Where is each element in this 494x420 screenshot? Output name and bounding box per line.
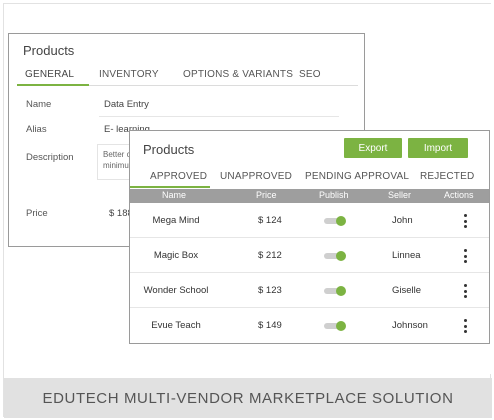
column-header-actions: Actions <box>444 190 474 200</box>
table-row[interactable]: Evue Teach $ 149 Johnson <box>130 309 489 343</box>
publish-toggle[interactable] <box>324 286 346 296</box>
publish-toggle[interactable] <box>324 216 346 226</box>
approval-tabs: APPROVED UNAPPROVED PENDING APPROVAL REJ… <box>130 167 489 188</box>
image-frame: Products GENERAL INVENTORY OPTIONS & VAR… <box>3 3 492 418</box>
tab-rejected[interactable]: REJECTED <box>420 171 474 182</box>
publish-toggle[interactable] <box>324 251 346 261</box>
tab-seo[interactable]: SEO <box>299 69 321 80</box>
more-actions-icon[interactable] <box>460 282 470 300</box>
product-price: $ 124 <box>258 215 282 226</box>
tab-general[interactable]: GENERAL <box>25 69 74 80</box>
tab-unapproved[interactable]: UNAPPROVED <box>220 171 292 182</box>
table-header: Name Price Publish Seller Actions <box>130 189 489 203</box>
product-price: $ 212 <box>258 250 282 261</box>
product-seller: Linnea <box>392 250 421 261</box>
product-tabs: GENERAL INVENTORY OPTIONS & VARIANTS SEO <box>17 64 358 86</box>
products-list-panel: Products Export Import APPROVED UNAPPROV… <box>129 130 490 344</box>
name-label: Name <box>26 99 52 110</box>
caption-banner: EDUTECH MULTI-VENDOR MARKETPLACE SOLUTIO… <box>4 378 492 418</box>
active-tab-indicator <box>17 84 89 86</box>
tab-inventory[interactable]: INVENTORY <box>99 69 159 80</box>
table-row[interactable]: Magic Box $ 212 Linnea <box>130 239 489 273</box>
more-actions-icon[interactable] <box>460 247 470 265</box>
active-tab-indicator <box>130 186 210 188</box>
product-name: Magic Box <box>153 250 199 261</box>
product-seller: Johnson <box>392 320 428 331</box>
panel-title: Products <box>23 43 75 58</box>
tab-pending-approval[interactable]: PENDING APPROVAL <box>305 171 409 182</box>
product-seller: John <box>392 215 413 226</box>
product-name: Evue Teach <box>151 320 201 331</box>
column-header-publish[interactable]: Publish <box>319 190 349 200</box>
name-field-underline <box>99 116 339 117</box>
table-row[interactable]: Mega Mind $ 124 John <box>130 204 489 238</box>
tab-options-variants[interactable]: OPTIONS & VARIANTS <box>183 69 293 80</box>
name-field[interactable]: Data Entry <box>104 99 149 110</box>
description-label: Description <box>26 152 74 163</box>
product-name: Wonder School <box>143 285 209 296</box>
alias-label: Alias <box>26 124 47 135</box>
publish-toggle[interactable] <box>324 321 346 331</box>
more-actions-icon[interactable] <box>460 317 470 335</box>
import-button[interactable]: Import <box>408 138 468 158</box>
stage: Products GENERAL INVENTORY OPTIONS & VAR… <box>4 4 492 374</box>
column-header-price[interactable]: Price <box>256 190 277 200</box>
product-price: $ 123 <box>258 285 282 296</box>
panel-title: Products <box>143 142 195 157</box>
price-label: Price <box>26 208 48 219</box>
caption-text: EDUTECH MULTI-VENDOR MARKETPLACE SOLUTIO… <box>42 389 454 407</box>
tab-approved[interactable]: APPROVED <box>150 171 207 182</box>
product-name: Mega Mind <box>152 215 200 226</box>
export-button[interactable]: Export <box>344 138 402 158</box>
more-actions-icon[interactable] <box>460 212 470 230</box>
product-price: $ 149 <box>258 320 282 331</box>
column-header-seller[interactable]: Seller <box>388 190 411 200</box>
column-header-name[interactable]: Name <box>162 190 186 200</box>
table-row[interactable]: Wonder School $ 123 Giselle <box>130 274 489 308</box>
product-seller: Giselle <box>392 285 422 296</box>
